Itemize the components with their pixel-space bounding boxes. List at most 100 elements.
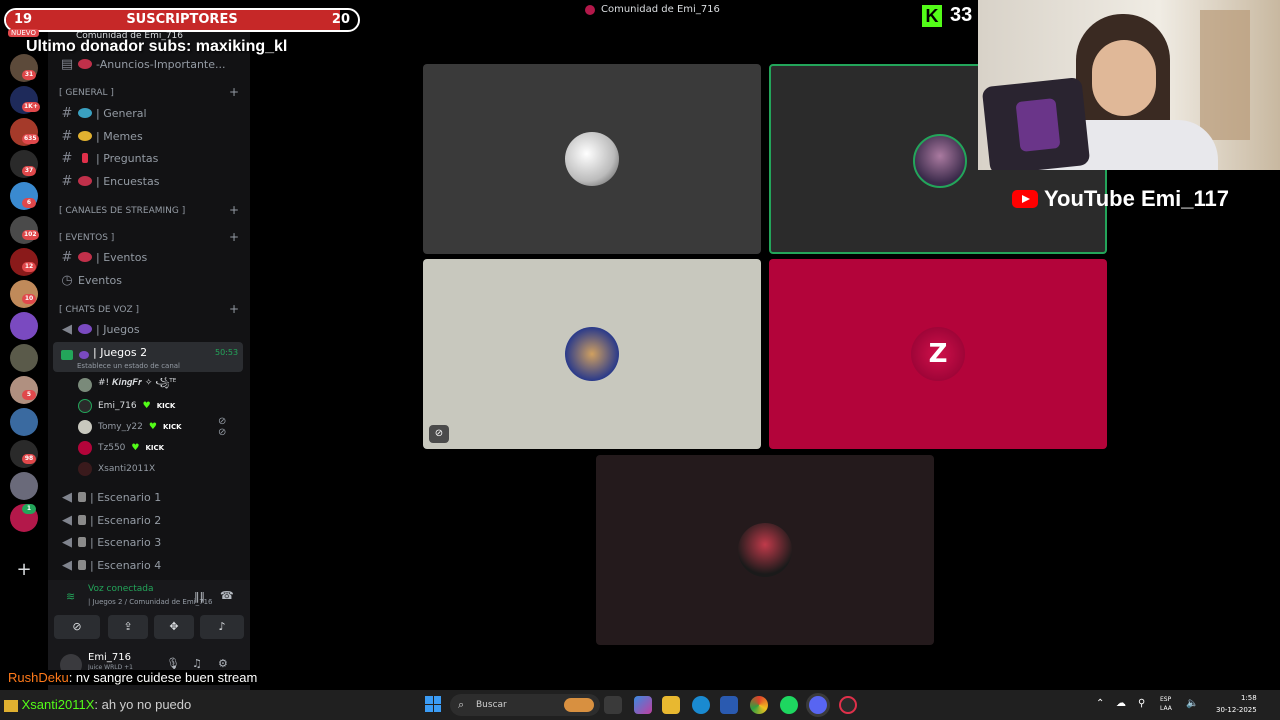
stage-channel[interactable]: ◀ | Escenario 4 (56, 554, 246, 576)
folder-icon[interactable] (662, 696, 680, 714)
voice-user[interactable]: Xsanti2011X (78, 459, 155, 479)
add-channel-icon[interactable]: + (229, 203, 239, 217)
channel-label: -Anuncios-Importante... (96, 57, 226, 71)
store-icon[interactable] (720, 696, 738, 714)
voice-user[interactable]: Tomy_y22 ♥ KICK ⊘ ⊘ (78, 416, 226, 438)
add-server-icon[interactable]: + (14, 560, 34, 580)
server-icon[interactable] (10, 312, 38, 340)
chat-message: RushDeku: nv sangre cuidese buen stream (6, 670, 260, 685)
stage-channel[interactable]: ◀ | Escenario 3 (56, 531, 246, 553)
participant-tile[interactable]: ⊘ (423, 259, 761, 449)
lang-layout: LAA (1160, 705, 1172, 712)
spotify-icon[interactable] (780, 696, 798, 714)
voice-channel-juegos-2[interactable]: | Juegos 2 Establece un estado de canal … (53, 342, 243, 372)
category-events[interactable]: [ EVENTOS ] (59, 233, 114, 243)
server-icon[interactable] (10, 472, 38, 500)
avatar: Z (911, 327, 965, 381)
subs-goal: 20 (331, 12, 350, 27)
heart-icon: ♥ (148, 422, 157, 432)
stage-channel[interactable]: ◀ | Escenario 1 (56, 486, 246, 508)
discord-icon[interactable] (809, 696, 827, 714)
lang-code: ESP (1160, 696, 1172, 703)
mention-badge: 31 (22, 70, 36, 80)
channel-eventos[interactable]: # | Eventos (56, 246, 246, 268)
add-channel-icon[interactable]: + (229, 85, 239, 99)
mention-badge: 10 (22, 294, 36, 304)
channel-label: | Juegos (96, 322, 140, 336)
channel-label: | Escenario 3 (90, 535, 162, 549)
edge-icon[interactable] (692, 696, 710, 714)
participant-tile[interactable] (596, 455, 934, 645)
add-channel-icon[interactable]: + (229, 230, 239, 244)
windows-start-icon[interactable] (425, 696, 441, 712)
channel-encuestas[interactable]: # | Encuestas (56, 170, 246, 192)
camera-off-button[interactable]: ⊘ (54, 615, 100, 639)
hash-icon: # (61, 128, 73, 144)
mention-badge: 37 (22, 166, 36, 176)
server-icon (585, 4, 595, 15)
category-general[interactable]: [ GENERAL ] (59, 88, 114, 98)
server-icon[interactable] (10, 408, 38, 436)
activities-button[interactable]: ✥ (154, 615, 194, 639)
disconnect-icon[interactable]: ☎ (220, 589, 234, 602)
chevron-up-icon[interactable]: ⌃ (1096, 698, 1104, 709)
channel-general[interactable]: # | General (56, 102, 246, 124)
stage-channel[interactable]: ◀ | Escenario 2 (56, 509, 246, 531)
signal-icon[interactable]: ≋ (66, 590, 75, 603)
participant-tile[interactable]: Z (769, 259, 1107, 449)
server-icon[interactable] (10, 344, 38, 372)
chat-user: RushDeku (8, 670, 69, 685)
events-link[interactable]: ◷ Eventos (56, 269, 246, 291)
share-screen-button[interactable]: ⇪ (108, 615, 148, 639)
noise-suppression-icon[interactable]: ‖‖ (194, 590, 205, 603)
headphones-icon[interactable]: ♫ (192, 657, 202, 670)
chat-text: : ah yo no puedo (94, 697, 192, 712)
obs-icon[interactable] (839, 696, 857, 714)
channel-status-hint[interactable]: Establece un estado de canal (77, 362, 180, 370)
chrome-icon[interactable] (750, 696, 768, 714)
voice-user-name: Tomy_y22 (98, 422, 143, 432)
voice-user-name: #! 𝑲𝒊𝒏𝒈𝑭𝒓 ✧ ꧁ᵀᴱ (98, 378, 177, 388)
avatar (78, 399, 92, 413)
channel-announcements[interactable]: ▤ -Anuncios-Importante... (56, 53, 246, 75)
mention-badge: 5 (22, 390, 36, 400)
widget-icon (564, 698, 594, 712)
kick-badge: KICK (156, 402, 176, 410)
voice-user-name: Tz550 (98, 443, 126, 453)
add-channel-icon[interactable]: + (229, 302, 239, 316)
task-view-icon[interactable] (604, 696, 622, 714)
volume-icon[interactable]: 🔈 (1186, 698, 1198, 709)
channel-label: | Encuestas (96, 174, 160, 188)
chat-message: Xsanti2011X: ah yo no puedo (4, 697, 191, 712)
avatar (738, 523, 792, 577)
voice-user[interactable]: #! 𝑲𝒊𝒏𝒈𝑭𝒓 ✧ ꧁ᵀᴱ (78, 375, 176, 395)
microphone-icon[interactable]: 🎙 (166, 657, 180, 670)
emote-icon (4, 699, 18, 712)
channel-preguntas[interactable]: # | Preguntas (56, 147, 246, 169)
voice-user[interactable]: Emi_716 ♥ KICK (78, 396, 175, 416)
participant-tile[interactable] (423, 64, 761, 254)
speaker-icon: ◀ (62, 534, 72, 550)
channel-label: | Escenario 1 (90, 490, 162, 504)
gear-icon[interactable]: ⚙ (218, 657, 228, 670)
mention-badge: 12 (22, 262, 36, 272)
cloud-icon[interactable]: ☁ (1116, 698, 1126, 709)
search-box[interactable]: ⌕ Buscar (450, 694, 600, 716)
location-icon[interactable]: ⚲ (1138, 698, 1145, 709)
language-indicator[interactable]: ESP LAA (1160, 695, 1172, 713)
copilot-icon[interactable] (634, 696, 652, 714)
speaker-icon: ◀ (62, 321, 72, 337)
voice-channel-juegos[interactable]: ◀ | Juegos (56, 318, 246, 340)
last-donor: Ultimo donador subs: maxiking_kl (26, 38, 288, 55)
clock[interactable]: 1:58 30-12-2025 (1216, 692, 1257, 716)
events-label: Eventos (78, 273, 122, 287)
muted-icon: ⊘ ⊘ (218, 416, 227, 438)
channel-memes[interactable]: # | Memes (56, 125, 246, 147)
webcam-feed (978, 0, 1280, 170)
subs-goal-bar: SUSCRIPTORES 19 20 (4, 8, 360, 32)
category-streaming[interactable]: [ CANALES DE STREAMING ] (59, 206, 185, 216)
category-voice[interactable]: [ CHATS DE VOZ ] (59, 305, 139, 315)
soundboard-button[interactable]: ♪ (200, 615, 244, 639)
voice-user[interactable]: Tz550 ♥ KICK (78, 438, 164, 458)
announce-icon: ▤ (60, 56, 74, 72)
